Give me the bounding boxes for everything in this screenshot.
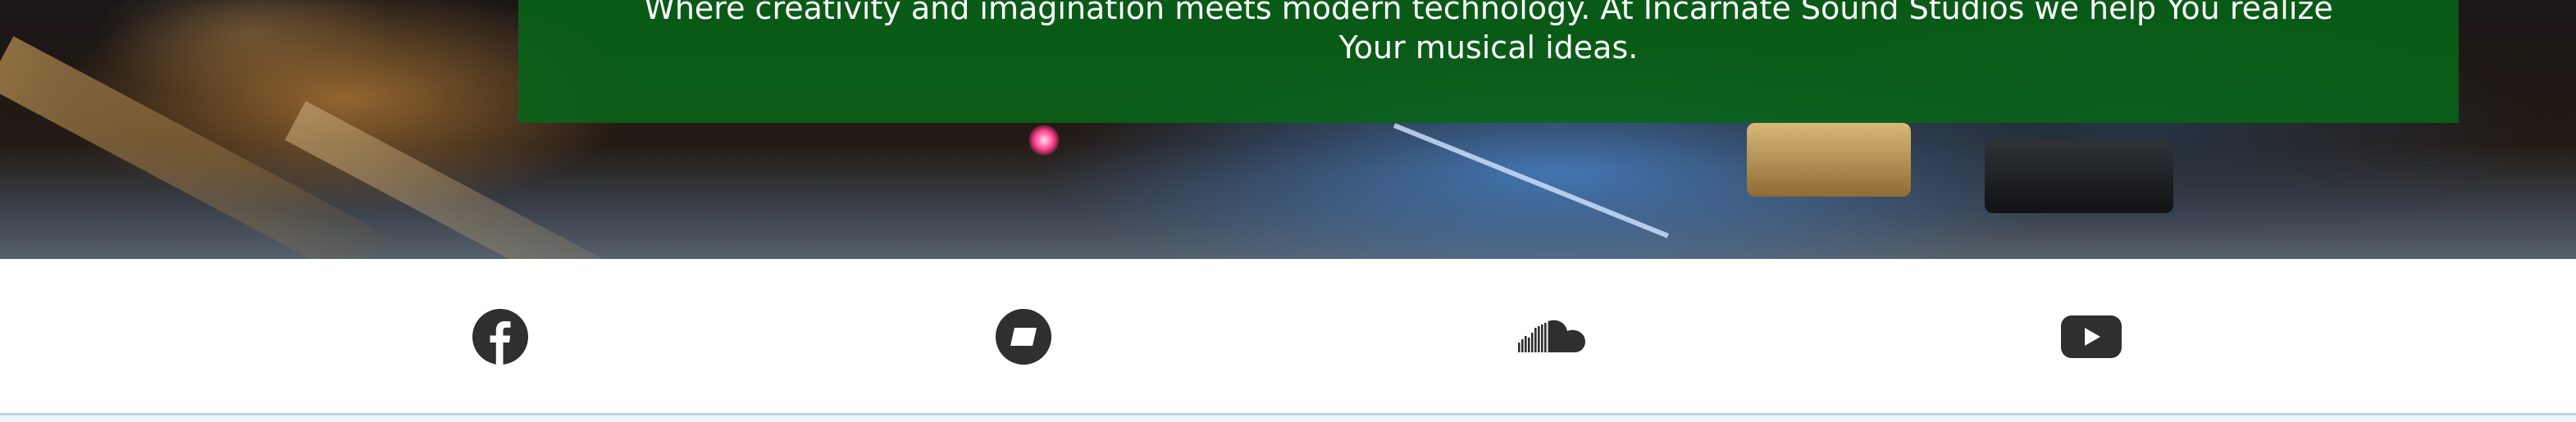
intro-text-line-2: Your musical ideas. [1338, 29, 1639, 66]
intro-text-line-1: Where creativity and imagination meets m… [644, 0, 2333, 26]
section-divider [0, 413, 2576, 422]
bandcamp-icon [996, 309, 1051, 365]
intro-banner: Where creativity and imagination meets m… [518, 0, 2459, 123]
youtube-link[interactable] [2059, 304, 2124, 370]
youtube-icon [2061, 315, 2122, 358]
hero-photo-detail [1985, 139, 2173, 213]
hero-background-image: Where creativity and imagination meets m… [0, 0, 2576, 259]
hero-photo-detail [1028, 125, 1060, 156]
bandcamp-link[interactable] [992, 304, 1055, 370]
social-links-bar [0, 259, 2576, 415]
hero-photo-detail [1393, 123, 1669, 238]
facebook-link[interactable] [469, 304, 531, 370]
intro-text: Where creativity and imagination meets m… [518, 0, 2459, 67]
hero-photo-detail [1747, 123, 1911, 197]
facebook-icon [472, 309, 528, 365]
soundcloud-link[interactable] [1516, 304, 1591, 370]
soundcloud-icon [1518, 320, 1585, 352]
